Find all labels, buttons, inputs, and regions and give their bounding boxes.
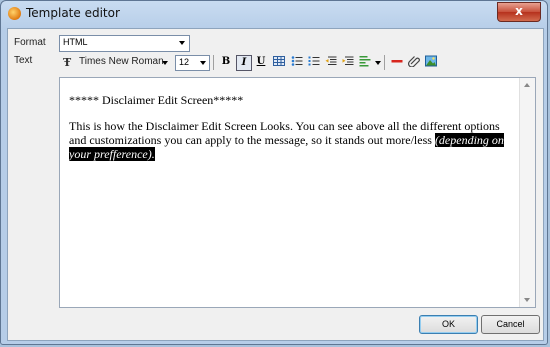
vertical-scrollbar[interactable]	[519, 78, 535, 307]
dialog-body: Format HTML Text Ŧ Times New Roman 12 B …	[7, 28, 544, 341]
scroll-up-icon[interactable]	[524, 83, 530, 87]
window-title: Template editor	[26, 6, 120, 20]
format-value: HTML	[63, 37, 88, 47]
template-editor-window: Template editor x Format HTML Text Ŧ Tim…	[0, 0, 548, 345]
bullet-list-icon[interactable]	[290, 55, 304, 69]
formatting-toolbar: Ŧ Times New Roman 12 B I U	[59, 53, 489, 73]
outdent-icon[interactable]	[324, 55, 338, 69]
image-icon[interactable]	[424, 55, 438, 69]
table-icon[interactable]	[272, 55, 286, 69]
format-label: Format	[14, 37, 46, 48]
bold-button[interactable]: B	[219, 55, 233, 69]
indent-icon[interactable]	[341, 55, 355, 69]
title-bar[interactable]: Template editor x	[1, 1, 547, 27]
close-button[interactable]: x	[497, 2, 541, 22]
cancel-button[interactable]: Cancel	[481, 315, 540, 334]
format-dropdown[interactable]: HTML	[59, 35, 190, 52]
toolbar-divider	[213, 55, 214, 70]
font-family-chevron-icon[interactable]	[162, 61, 168, 65]
horizontal-rule-icon[interactable]	[390, 55, 404, 69]
font-size-chevron-icon	[200, 61, 206, 65]
editor-paragraph: This is how the Disclaimer Edit Screen L…	[69, 119, 517, 161]
editor-content[interactable]: ***** Disclaimer Edit Screen***** This i…	[69, 93, 517, 161]
scroll-down-icon[interactable]	[524, 298, 530, 302]
ok-button[interactable]: OK	[419, 315, 478, 334]
italic-button[interactable]: I	[236, 55, 252, 71]
align-icon[interactable]	[358, 55, 372, 69]
font-size-value: 12	[179, 57, 190, 67]
link-icon[interactable]	[407, 55, 421, 69]
message-editor[interactable]: ***** Disclaimer Edit Screen***** This i…	[59, 77, 536, 308]
toolbar-divider-2	[384, 55, 385, 70]
text-label: Text	[14, 55, 33, 66]
font-icon: Ŧ	[63, 56, 72, 69]
font-family-dropdown[interactable]: Times New Roman	[79, 56, 164, 67]
align-chevron-icon[interactable]	[375, 61, 381, 65]
numbered-list-icon[interactable]	[307, 55, 321, 69]
app-icon	[8, 7, 21, 20]
editor-heading: ***** Disclaimer Edit Screen*****	[69, 93, 244, 107]
font-size-dropdown[interactable]: 12	[175, 55, 210, 71]
chevron-down-icon	[179, 41, 185, 45]
underline-button[interactable]: U	[254, 55, 268, 69]
